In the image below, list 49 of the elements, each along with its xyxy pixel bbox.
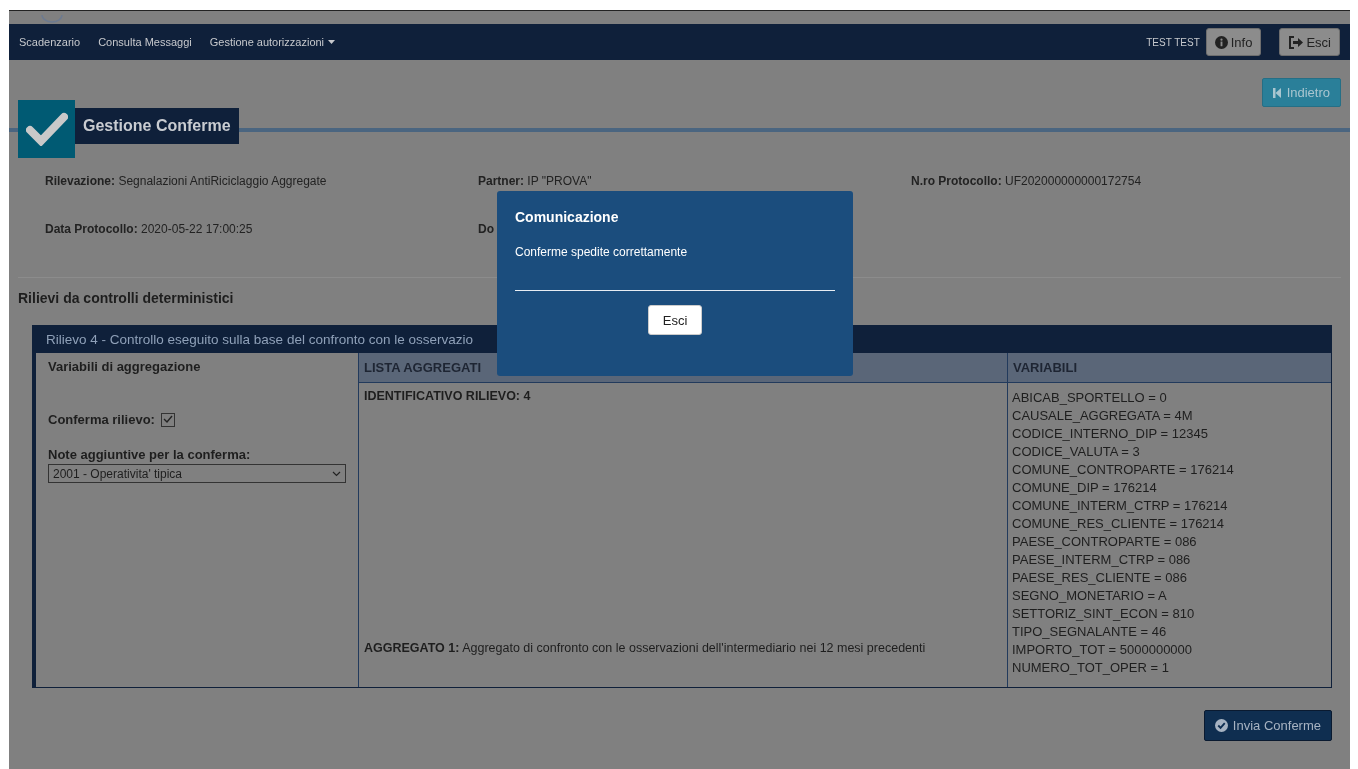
variable-entry: SEGNO_MONETARIO = A (1012, 587, 1168, 605)
modal-title: Comunicazione (515, 209, 620, 225)
modal-message: Conferme spedite correttamente (515, 245, 689, 259)
notes-dropdown[interactable]: 2001 - Operativita' tipica (48, 464, 346, 483)
field-label: Conferma rilievo: (48, 412, 155, 427)
table-cell: IDENTIFICATIVO RILIEVO: 4 (364, 389, 531, 403)
variable-entry: COMUNE_DIP = 176214 (1012, 479, 1158, 497)
info-field: Partner: IP "PROVA" (478, 174, 592, 188)
info-field: N.ro Protocollo: UF202000000000172754 (911, 174, 1142, 188)
variable-entry: PAESE_RES_CLIENTE = 086 (1012, 569, 1188, 587)
field-label: Do (478, 222, 494, 236)
info-field: Rilevazione: Segnalazioni AntiRiciclaggio Aggregate (45, 174, 327, 188)
panel-title: Rilievo 4 - Controllo eseguito sulla base del confronto con le osservazio (46, 332, 473, 347)
variable-entry: COMUNE_RES_CLIENTE = 176214 (1012, 515, 1226, 533)
nav-link[interactable]: Consulta Messaggi (98, 36, 192, 48)
variable-entry: COMUNE_CONTROPARTE = 176214 (1012, 461, 1235, 479)
variable-entry: COMUNE_INTERM_CTRP = 176214 (1012, 497, 1229, 515)
variable-entry: SETTORIZ_SINT_ECON = 810 (1012, 605, 1196, 623)
logout-button[interactable]: Esci (1279, 28, 1340, 56)
logout-icon (1288, 35, 1304, 49)
nav-link[interactable]: Scadenzario (19, 36, 81, 48)
checkbox[interactable] (160, 412, 175, 427)
column-header: Variabili di aggregazione (48, 359, 201, 374)
nav-link[interactable]: Gestione autorizzazioni (209, 36, 336, 48)
variable-entry: CODICE_INTERNO_DIP = 12345 (1012, 425, 1209, 443)
info-field: Data Protocollo: 2020-05-22 17:00:25 (45, 222, 253, 236)
variable-entry: CAUSALE_AGGREGATA = 4M (1012, 407, 1194, 425)
variable-entry: PAESE_CONTROPARTE = 086 (1012, 533, 1198, 551)
variable-entry: NUMERO_TOT_OPER = 1 (1012, 659, 1170, 677)
user-name: TEST TEST (1146, 36, 1200, 48)
variable-entry: IMPORTO_TOT = 5000000000 (1012, 641, 1194, 659)
variable-entry: CODICE_VALUTA = 3 (1012, 443, 1141, 461)
column-header: VARIABILI (1012, 359, 1079, 377)
variable-entry: TIPO_SEGNALANTE = 46 (1012, 623, 1168, 641)
info-icon (1214, 35, 1228, 49)
page-title: Gestione Conferme (75, 108, 239, 144)
close-button[interactable]: Esci (647, 305, 703, 335)
section-title: Rilievi da controlli deterministici (18, 290, 234, 306)
submit-button[interactable]: Invia Conferme (1203, 710, 1332, 741)
info-button[interactable]: Info (1205, 28, 1262, 56)
checkmark-icon (18, 100, 75, 158)
skip-back-icon (1272, 87, 1281, 98)
check-circle-icon (1214, 719, 1228, 732)
table-cell: AGGREGATO 1: Aggregato di confronto con le osservazioni dell'intermediario nei 12 mesi precedenti (364, 641, 926, 655)
variable-entry: ABICAB_SPORTELLO = 0 (1012, 389, 1168, 407)
variable-entry: PAESE_INTERM_CTRP = 086 (1012, 551, 1192, 569)
chevron-down-icon (332, 470, 341, 477)
logo-icon (41, 15, 63, 23)
field-label: Note aggiuntive per la conferma: (48, 447, 252, 462)
